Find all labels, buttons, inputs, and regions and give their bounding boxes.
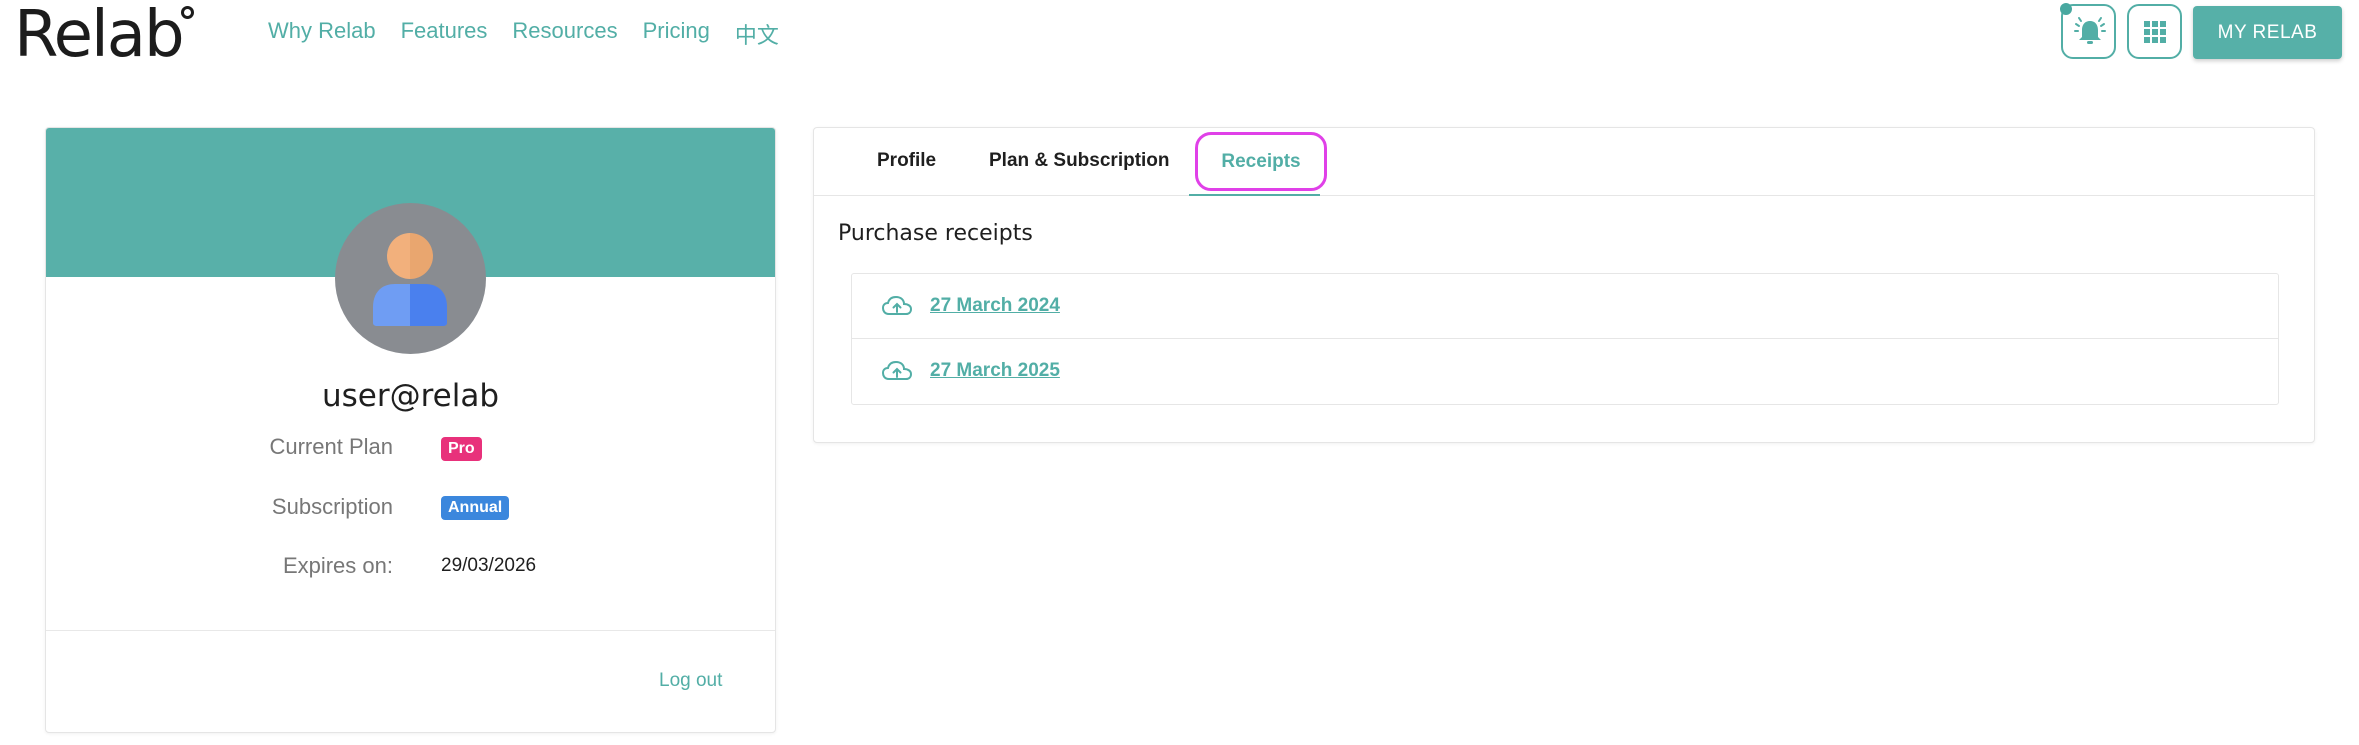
tabs-bar: Profile Plan & Subscription Receipts (814, 128, 2314, 196)
list-item: 27 March 2025 (852, 339, 2278, 404)
card-divider (46, 630, 775, 631)
expires-label: Expires on: (282, 553, 393, 578)
account-panel: Profile Plan & Subscription Receipts Pur… (813, 127, 2315, 443)
expires-value: 29/03/2026 (441, 555, 537, 576)
active-tab-indicator (1189, 194, 1320, 196)
list-item: 27 March 2024 (852, 274, 2278, 339)
subscription-label: Subscription (271, 494, 393, 519)
receipt-link[interactable]: 27 March 2025 (930, 360, 1060, 382)
receipt-link[interactable]: 27 March 2024 (930, 295, 1060, 317)
bell-icon (2074, 17, 2106, 44)
purchase-receipts-title: Purchase receipts (838, 221, 1033, 246)
apps-button[interactable] (2127, 4, 2182, 59)
logo-degree-mark (181, 6, 194, 19)
tab-plan-subscription[interactable]: Plan & Subscription (989, 150, 1170, 172)
tab-profile[interactable]: Profile (877, 150, 936, 172)
nav-resources[interactable]: Resources (512, 18, 617, 50)
notification-dot (2060, 3, 2072, 15)
apps-grid-icon (2144, 21, 2166, 43)
relab-logo[interactable]: Relab (14, 0, 185, 72)
tab-receipts[interactable]: Receipts (1195, 132, 1327, 191)
nav-pricing[interactable]: Pricing (643, 18, 710, 50)
notifications-button[interactable] (2060, 3, 2116, 59)
plan-badge: Pro (441, 437, 482, 461)
nav-why-relab[interactable]: Why Relab (268, 18, 376, 50)
logout-link[interactable]: Log out (659, 670, 722, 692)
avatar (335, 203, 486, 354)
cloud-download-icon (881, 295, 913, 315)
cloud-download-icon (881, 360, 913, 380)
current-plan-label: Current Plan (269, 434, 393, 459)
user-avatar-icon (373, 233, 447, 326)
profile-card: user@relab Current Plan Pro Subscription… (45, 127, 776, 733)
nav-chinese[interactable]: 中文 (735, 18, 779, 50)
receipts-list: 27 March 2024 27 March 2025 (851, 273, 2279, 405)
username: user@relab (321, 378, 500, 414)
subscription-badge: Annual (441, 496, 510, 520)
nav-features[interactable]: Features (401, 18, 488, 50)
my-relab-button[interactable]: MY RELAB (2193, 6, 2342, 59)
main-nav: Why Relab Features Resources Pricing 中文 (268, 18, 779, 50)
top-header: Relab Why Relab Features Resources Prici… (0, 0, 2359, 72)
